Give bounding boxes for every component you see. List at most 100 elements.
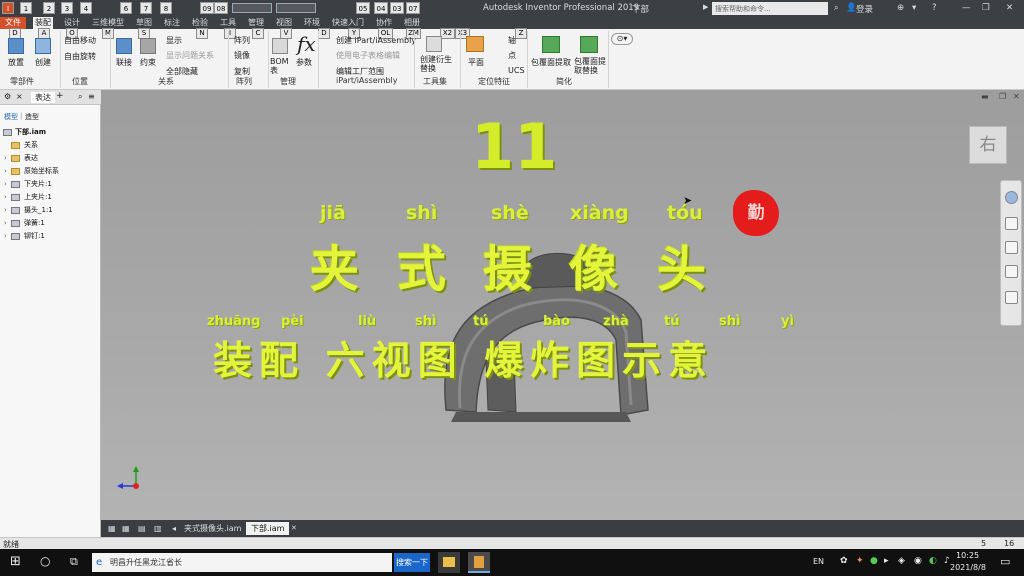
volume-icon[interactable]: ♪: [944, 556, 950, 566]
doc-tab-close-icon[interactable]: ✕: [286, 522, 302, 535]
graphics-window[interactable]: ▬ ❐ ✕ 11 jiā shì shè xiàng tóu 夹 式 摄 像 头…: [101, 90, 1024, 520]
viewport-restore-icon[interactable]: ❐: [999, 92, 1006, 101]
use-sheet-button[interactable]: 使用电子表格编辑: [336, 50, 400, 61]
look-at-icon[interactable]: [1005, 291, 1018, 304]
constrain-button[interactable]: 约束: [140, 57, 156, 68]
constrain-icon[interactable]: [140, 38, 156, 54]
cart-icon[interactable]: ⊕: [897, 3, 904, 13]
file-explorer-icon[interactable]: [438, 552, 460, 573]
windows-start-icon[interactable]: ⊞: [10, 554, 21, 569]
browser-tab-representations[interactable]: 表达: [31, 92, 55, 103]
expand-icon[interactable]: ›: [4, 178, 7, 191]
add-tab-button[interactable]: +: [56, 91, 64, 101]
pan-icon[interactable]: [1005, 217, 1018, 230]
free-rotate-button[interactable]: 自由旋转: [64, 51, 96, 62]
taskbar-search-button[interactable]: 搜索一下: [394, 553, 430, 572]
expand-icon[interactable]: ›: [4, 191, 7, 204]
tray-app-icon[interactable]: ◈: [898, 556, 905, 566]
cortana-icon[interactable]: ○: [40, 554, 50, 568]
shrinkwrap-sub-icon[interactable]: [580, 36, 598, 53]
axis-button[interactable]: 轴: [508, 35, 516, 46]
close-icon[interactable]: ×: [16, 92, 23, 101]
join-button[interactable]: 联接: [116, 57, 132, 68]
close-icon[interactable]: ✕: [1006, 3, 1013, 13]
clock-time[interactable]: 10:25: [956, 551, 979, 560]
plane-button[interactable]: 平面: [468, 57, 484, 68]
show-problems-button[interactable]: 显示问题关系: [166, 50, 214, 61]
plane-icon[interactable]: [466, 36, 484, 52]
notification-icon[interactable]: ▭: [1000, 555, 1010, 568]
create-replace-icon[interactable]: [426, 36, 442, 52]
zoom-icon[interactable]: [1005, 241, 1018, 254]
input-language[interactable]: EN: [813, 557, 824, 566]
mirror-button[interactable]: 镜像: [234, 50, 250, 61]
doc-tab-camera[interactable]: 夹式摄像头.iam: [179, 522, 246, 535]
expand-icon[interactable]: ›: [4, 165, 7, 178]
params-icon[interactable]: fx: [297, 32, 316, 56]
orbit-icon[interactable]: [1005, 265, 1018, 278]
tray-app-icon[interactable]: ✦: [856, 556, 864, 566]
login-link[interactable]: 登录: [856, 3, 873, 15]
user-icon[interactable]: 👤: [846, 3, 857, 13]
create-button[interactable]: 创建: [35, 57, 51, 68]
task-view-icon[interactable]: ⧉: [70, 555, 78, 569]
free-move-button[interactable]: 自由移动: [64, 35, 96, 46]
bom-button[interactable]: BOM表: [270, 57, 292, 75]
create-icon[interactable]: [35, 38, 51, 54]
help-icon[interactable]: ?: [932, 3, 937, 13]
material-dropdown[interactable]: [232, 3, 272, 13]
menu-tabs: 文件 装配 设计 三维模型 草图 标注 检验 工具 管理 视图 环境 快速入门 …: [0, 17, 1024, 29]
viewport-minimize-icon[interactable]: ▬: [981, 92, 989, 101]
tab-annotate[interactable]: 标注: [162, 17, 182, 29]
tray-app-icon[interactable]: ✿: [840, 556, 848, 566]
shrinkwrap-sub-button[interactable]: 包覆面提取替换: [574, 57, 608, 75]
expand-icon[interactable]: ›: [4, 217, 7, 230]
pattern-button[interactable]: 阵列: [234, 35, 250, 46]
menu-icon[interactable]: ≡: [88, 92, 95, 101]
taskbar-search-input[interactable]: 明昌升任黑龙江省长: [92, 553, 392, 572]
tray-app-icon[interactable]: ◐: [929, 556, 937, 566]
horizontal-tile-icon[interactable]: ▤: [133, 522, 151, 535]
clock-date[interactable]: 2021/8/8: [950, 563, 986, 572]
join-icon[interactable]: [116, 38, 132, 54]
expand-icon[interactable]: ›: [4, 204, 7, 217]
tray-app-icon[interactable]: ◉: [914, 556, 922, 566]
ucs-button[interactable]: UCS: [508, 66, 525, 75]
vertical-tile-icon[interactable]: ▥: [149, 522, 167, 535]
shrinkwrap-icon[interactable]: [542, 36, 560, 53]
search-arrow-icon[interactable]: ▶: [703, 3, 708, 11]
tray-app-icon[interactable]: ▸: [884, 556, 889, 566]
viewcube[interactable]: 右: [969, 126, 1007, 164]
cascade-icon[interactable]: ▦: [117, 522, 135, 535]
gear-icon[interactable]: ⚙: [4, 92, 11, 101]
viewport-close-icon[interactable]: ✕: [1013, 92, 1020, 101]
group-ipart: iPart/iAssembly: [336, 76, 398, 85]
ribbon-options-icon[interactable]: ⊙▾: [611, 33, 633, 45]
point-button[interactable]: 点: [508, 50, 516, 61]
inventor-taskbar-icon[interactable]: [468, 552, 490, 573]
tray-app-icon[interactable]: ●: [870, 556, 878, 566]
shrinkwrap-button[interactable]: 包覆面提取: [531, 57, 571, 68]
bom-icon[interactable]: [272, 38, 288, 54]
minimize-icon[interactable]: —: [962, 3, 971, 13]
create-replace-button[interactable]: 创建衍生替换: [420, 55, 452, 73]
search-icon[interactable]: ⌕: [834, 3, 839, 13]
expand-icon[interactable]: ›: [4, 230, 7, 243]
show-button[interactable]: 显示: [166, 35, 182, 46]
appearance-dropdown[interactable]: [276, 3, 316, 13]
place-icon[interactable]: [8, 38, 24, 54]
dropdown-icon[interactable]: ▾: [912, 3, 916, 13]
filter-model[interactable]: 模型: [4, 112, 18, 122]
filter-modeling[interactable]: 造型: [25, 112, 39, 122]
steering-wheel-icon[interactable]: [1005, 191, 1018, 204]
app-logo-icon[interactable]: I: [2, 2, 14, 14]
part-icon: [11, 233, 20, 240]
restore-icon[interactable]: ❐: [982, 3, 990, 13]
doc-tab-lower[interactable]: 下部.iam: [246, 522, 290, 535]
search-icon[interactable]: ⌕: [78, 92, 82, 102]
params-button[interactable]: 参数: [296, 57, 312, 68]
place-button[interactable]: 放置: [8, 57, 24, 68]
help-search-input[interactable]: 搜索帮助和命令...: [712, 2, 828, 15]
create-ipart-button[interactable]: 创建 iPart/iAssembly: [336, 35, 416, 46]
expand-icon[interactable]: ›: [4, 152, 7, 165]
